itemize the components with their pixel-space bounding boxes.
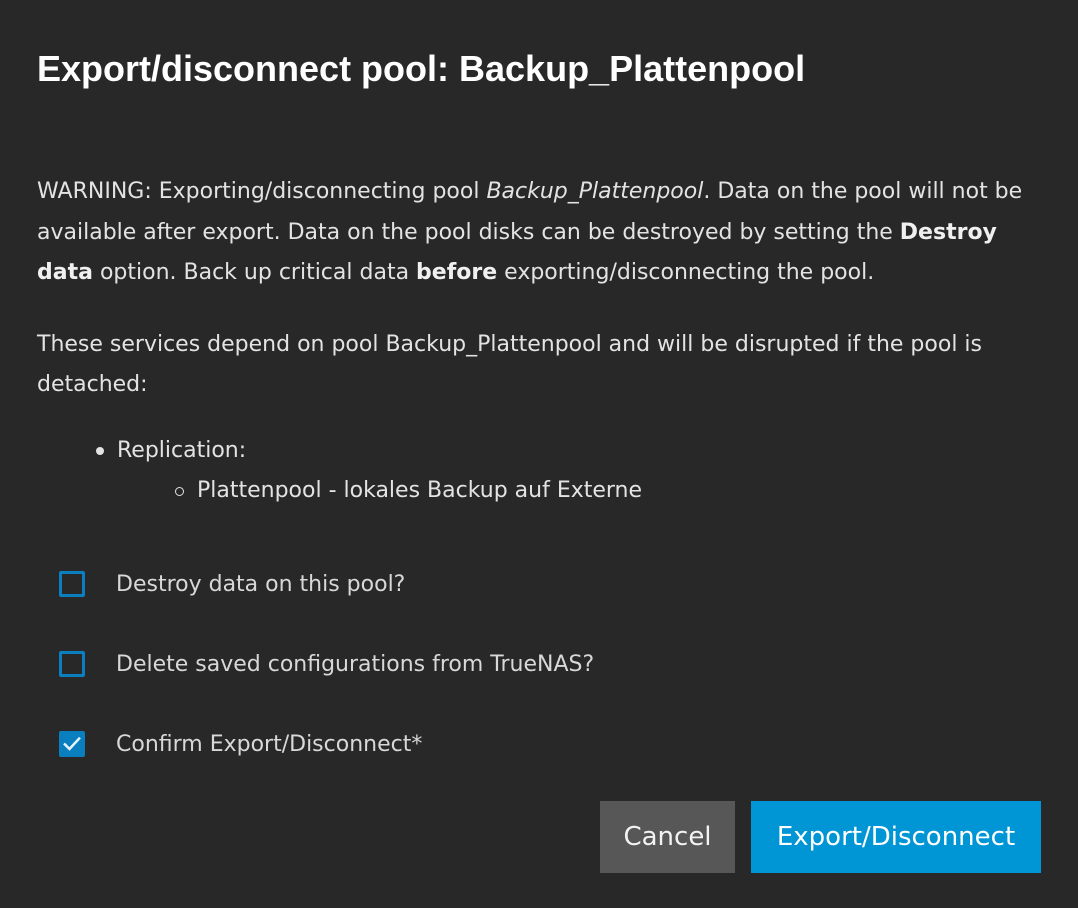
confirm-export-label[interactable]: Confirm Export/Disconnect* — [116, 732, 422, 757]
dialog-title: Export/disconnect pool: Backup_Plattenpo… — [37, 48, 806, 89]
export-disconnect-dialog: Export/disconnect pool: Backup_Plattenpo… — [0, 0, 1078, 908]
services-intro: These services depend on pool Backup_Pla… — [37, 331, 983, 398]
service-item-label: Replication: — [117, 437, 247, 463]
warning-pool-name: Backup_Plattenpool — [486, 179, 704, 204]
warning-before: before — [416, 260, 498, 285]
warning-prefix: WARNING: Exporting/disconnecting pool — [37, 179, 487, 204]
cancel-button[interactable]: Cancel — [600, 801, 735, 873]
dialog-content: WARNING: Exporting/disconnecting pool Ba… — [37, 172, 1037, 512]
bullet-circle-icon — [175, 487, 184, 496]
warning-message: WARNING: Exporting/disconnecting pool Ba… — [37, 172, 1037, 294]
services-list: Replication: Plattenpool - lokales Backu… — [37, 431, 1037, 512]
delete-config-label[interactable]: Delete saved configurations from TrueNAS… — [116, 652, 594, 677]
warning-text-3: option. Back up critical data — [92, 260, 417, 285]
warning-text-4: exporting/disconnecting the pool. — [497, 260, 875, 285]
delete-config-checkbox[interactable] — [59, 651, 85, 677]
service-subitem-label: Plattenpool - lokales Backup auf Externe — [197, 478, 643, 503]
destroy-data-checkbox[interactable] — [59, 571, 85, 597]
checkmark-icon — [63, 736, 81, 751]
delete-config-option[interactable]: Delete saved configurations from TrueNAS… — [59, 648, 594, 680]
bullet-disc-icon — [96, 446, 104, 455]
confirm-export-checkbox[interactable] — [59, 731, 85, 757]
destroy-data-label[interactable]: Destroy data on this pool? — [116, 572, 405, 597]
destroy-data-option[interactable]: Destroy data on this pool? — [59, 568, 405, 600]
confirm-export-option[interactable]: Confirm Export/Disconnect* — [59, 728, 422, 760]
service-item-replication: Replication: Plattenpool - lokales Backu… — [37, 431, 1037, 512]
service-sublist: Plattenpool - lokales Backup auf Externe — [117, 471, 1037, 512]
service-subitem: Plattenpool - lokales Backup auf Externe — [117, 471, 1037, 512]
export-disconnect-button[interactable]: Export/Disconnect — [751, 801, 1041, 873]
